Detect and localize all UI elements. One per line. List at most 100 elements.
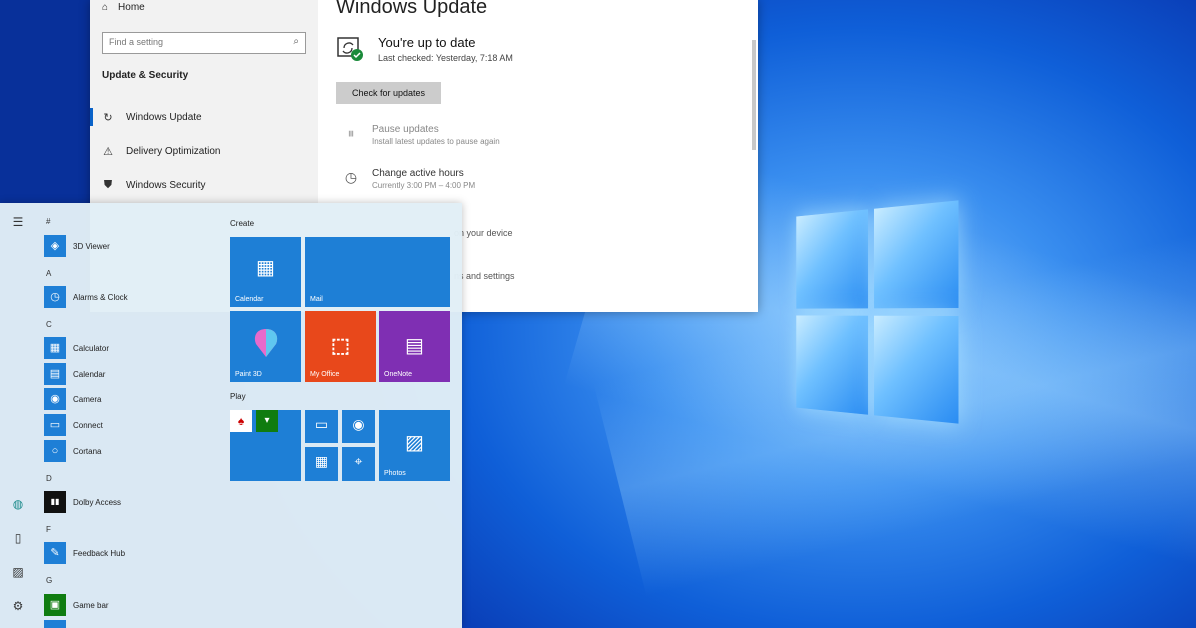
feedback-icon: ✎ <box>44 542 66 564</box>
logo-pane <box>796 209 868 308</box>
group-play-label: Play <box>230 392 246 401</box>
tile-my-office[interactable]: ⬚ My Office <box>305 311 376 382</box>
app-game-bar[interactable]: ▣ Game bar <box>44 594 109 616</box>
app-label: Game bar <box>73 601 109 610</box>
status-title: You're up to date <box>378 35 475 50</box>
nav-item-windows-update[interactable]: ↻ Windows Update <box>102 111 202 124</box>
app-label: Connect <box>73 421 103 430</box>
app-label: Dolby Access <box>73 498 121 507</box>
app-dolby-access[interactable]: ▮▮ Dolby Access <box>44 491 121 513</box>
option-pause-updates[interactable]: ⏸ Pause updates Install latest updates t… <box>342 124 500 146</box>
app-calendar[interactable]: ▤ Calendar <box>44 363 105 385</box>
app-cortana[interactable]: ○ Cortana <box>44 440 101 462</box>
cube-icon: ◈ <box>44 235 66 257</box>
app-label: Cortana <box>73 447 101 456</box>
alarm-icon: ◷ <box>44 286 66 308</box>
xbox-icon: ▣ <box>44 594 66 616</box>
paint-3d-icon <box>252 327 280 359</box>
tile-mail[interactable]: Mail <box>305 237 450 307</box>
update-status-icon <box>336 34 364 62</box>
tile-onenote[interactable]: ▤ OneNote <box>379 311 450 382</box>
app-letter-header[interactable]: D <box>46 474 52 483</box>
app-label: Feedback Hub <box>73 549 125 558</box>
page-title: Windows Update <box>336 0 487 19</box>
option-partial-text[interactable]: on your device <box>454 228 513 238</box>
onenote-icon: ▤ <box>379 333 450 358</box>
app-connect[interactable]: ▭ Connect <box>44 414 103 436</box>
app-letter-header[interactable]: # <box>46 217 50 226</box>
app-letter-header[interactable]: C <box>46 320 52 329</box>
photos-icon: ▨ <box>379 430 450 455</box>
settings-icon[interactable]: ⚙ <box>10 599 26 613</box>
app-feedback-hub[interactable]: ✎ Feedback Hub <box>44 542 125 564</box>
search-placeholder: Find a setting <box>109 37 163 47</box>
pictures-icon[interactable]: ▨ <box>10 565 26 579</box>
office-icon: ⬚ <box>305 333 376 358</box>
document-icon[interactable]: ▯ <box>10 531 26 545</box>
nav-item-windows-security[interactable]: ⛊ Windows Security <box>102 179 205 192</box>
tile-movies[interactable]: ▭ <box>305 410 338 443</box>
camera-icon: ◉ <box>44 388 66 410</box>
search-input[interactable]: Find a setting ⌕ <box>102 32 306 54</box>
logo-pane <box>796 315 868 414</box>
tile-label: My Office <box>310 371 339 378</box>
tile-groove[interactable]: ◉ <box>342 410 375 443</box>
app-camera[interactable]: ◉ Camera <box>44 388 101 410</box>
tile-maps[interactable]: ⌖ <box>342 447 375 481</box>
calculator-icon: ▦ <box>44 337 66 359</box>
tile-label: Photos <box>384 470 406 477</box>
delivery-icon: ⚠ <box>102 145 114 158</box>
app-letter-header[interactable]: F <box>46 525 51 534</box>
tile-label: Paint 3D <box>235 371 262 378</box>
app-icon <box>44 620 66 628</box>
search-icon: ⌕ <box>293 36 299 47</box>
tile-calendar[interactable]: ▦ Calendar <box>230 237 301 307</box>
globe-icon[interactable]: ◍ <box>10 497 26 511</box>
app-partial[interactable] <box>44 620 66 628</box>
app-label: Camera <box>73 395 101 404</box>
nav-section-title: Update & Security <box>102 70 188 81</box>
tile-calculator[interactable]: ▦ <box>305 447 338 481</box>
cortana-icon: ○ <box>44 440 66 462</box>
tile-label: Calendar <box>235 296 263 303</box>
scrollbar[interactable] <box>752 40 756 150</box>
film-icon: ▭ <box>305 416 338 433</box>
tile-photos[interactable]: ▨ Photos <box>379 410 450 481</box>
start-menu: ☰ ◍ ▯ ▨ ⚙ # ◈ 3D Viewer A ◷ Alarms & Clo… <box>0 203 462 628</box>
group-create-label: Create <box>230 219 254 228</box>
app-3d-viewer[interactable]: ◈ 3D Viewer <box>44 235 110 257</box>
clock-icon: ◷ <box>342 168 360 186</box>
tile-solitaire-xbox[interactable]: ♠ ▾ <box>230 410 301 481</box>
nav-home[interactable]: ⌂ Home <box>102 2 145 13</box>
shield-icon: ⛊ <box>102 179 114 192</box>
nav-home-label: Home <box>118 2 145 13</box>
tile-paint-3d[interactable]: Paint 3D <box>230 311 301 382</box>
connect-icon: ▭ <box>44 414 66 436</box>
app-letter-header[interactable]: A <box>46 269 51 278</box>
option-title: Pause updates <box>372 124 500 135</box>
app-alarms-clock[interactable]: ◷ Alarms & Clock <box>44 286 128 308</box>
app-label: Calculator <box>73 344 109 353</box>
calculator-icon: ▦ <box>305 453 338 470</box>
option-subtitle: Install latest updates to pause again <box>372 137 500 146</box>
option-partial-text[interactable]: ns and settings <box>454 271 515 281</box>
app-letter-header[interactable]: G <box>46 576 52 585</box>
tile-label: OneNote <box>384 371 412 378</box>
option-change-active-hours[interactable]: ◷ Change active hours Currently 3:00 PM … <box>342 168 475 190</box>
logo-pane <box>874 200 958 308</box>
check-for-updates-button[interactable]: Check for updates <box>336 82 441 104</box>
app-label: Alarms & Clock <box>73 293 128 302</box>
app-label: Calendar <box>73 370 105 379</box>
calendar-icon: ▦ <box>230 255 301 280</box>
music-icon: ◉ <box>342 416 375 433</box>
hamburger-icon[interactable]: ☰ <box>10 215 26 229</box>
tile-label: Mail <box>310 296 323 303</box>
nav-item-delivery-optimization[interactable]: ⚠ Delivery Optimization <box>102 145 220 158</box>
refresh-icon: ↻ <box>102 111 114 124</box>
xbox-icon: ▾ <box>256 410 278 432</box>
home-icon: ⌂ <box>102 2 108 13</box>
app-calculator[interactable]: ▦ Calculator <box>44 337 109 359</box>
map-pin-icon: ⌖ <box>342 453 375 470</box>
logo-pane <box>874 316 958 424</box>
nav-item-label: Delivery Optimization <box>126 146 220 157</box>
